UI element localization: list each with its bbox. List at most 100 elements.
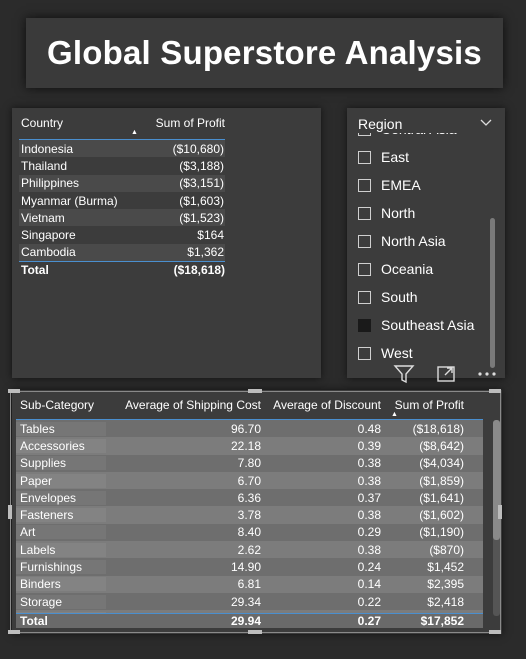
country-cell: Philippines bbox=[21, 176, 80, 191]
profit-cell: $1,452 bbox=[427, 560, 464, 575]
region-slicer[interactable]: Region Central Asia East EMEA North North As… bbox=[347, 108, 505, 378]
slicer-item-east[interactable]: East bbox=[358, 147, 409, 167]
region-slicer-title: Region bbox=[358, 116, 403, 132]
subcategory-cell: Tables bbox=[16, 421, 106, 436]
checkbox[interactable] bbox=[358, 318, 371, 332]
table-row[interactable]: Binders 6.81 0.14 $2,395 bbox=[16, 575, 483, 593]
resize-handle-top-right[interactable] bbox=[489, 389, 501, 393]
slicer-item-label: North Asia bbox=[381, 233, 446, 249]
subcategory-table-total-row: Total 29.94 0.27 $17,852 bbox=[16, 613, 483, 628]
checkbox[interactable] bbox=[358, 290, 371, 304]
subcategory-cell: Furnishings bbox=[16, 560, 106, 575]
checkbox[interactable] bbox=[358, 178, 371, 192]
shipping-cost-cell: 6.36 bbox=[237, 490, 261, 505]
slicer-item-north-asia[interactable]: North Asia bbox=[358, 231, 446, 251]
sum-of-profit-column-header-sub[interactable]: Sum of Profit ▲ bbox=[381, 398, 466, 418]
table-scrollbar-thumb[interactable] bbox=[493, 420, 500, 540]
subcategory-table[interactable]: Sub-Category Average of Shipping Cost Av… bbox=[12, 390, 502, 634]
table-row[interactable]: Art 8.40 0.29 ($1,190) bbox=[16, 523, 483, 542]
table-row[interactable]: Storage 29.34 0.22 $2,418 bbox=[16, 592, 483, 611]
total-label: Total bbox=[21, 263, 49, 278]
profit-cell: ($1,641) bbox=[419, 490, 464, 505]
profit-cell: ($4,034) bbox=[419, 456, 464, 471]
filter-icon[interactable] bbox=[392, 362, 416, 386]
subcategory-table-body: Tables 96.70 0.48 ($18,618) Accessories 22.18… bbox=[16, 420, 483, 613]
table-row[interactable]: Labels 2.62 0.38 ($870) bbox=[16, 541, 483, 559]
avg-discount-column-header[interactable]: Average of Discount bbox=[261, 398, 381, 412]
profit-cell: ($8,642) bbox=[419, 438, 464, 453]
discount-cell: 0.22 bbox=[357, 594, 381, 609]
chevron-down-icon[interactable] bbox=[480, 116, 492, 128]
resize-handle-left[interactable] bbox=[8, 505, 12, 519]
checkbox[interactable] bbox=[358, 206, 371, 220]
table-row[interactable]: Tables 96.70 0.48 ($18,618) bbox=[16, 420, 483, 438]
total-discount: 0.27 bbox=[357, 614, 381, 628]
slicer-item-label: Oceania bbox=[381, 261, 434, 277]
table-row[interactable]: Accessories 22.18 0.39 ($8,642) bbox=[16, 437, 483, 455]
table-row[interactable]: Philippines ($3,151) bbox=[19, 174, 225, 192]
table-row[interactable]: Chairs40.080.21$3,289 bbox=[16, 610, 483, 613]
table-row[interactable]: Envelopes 6.36 0.37 ($1,641) bbox=[16, 489, 483, 507]
total-profit-sub: $17,852 bbox=[420, 614, 464, 628]
slicer-item-central-asia[interactable]: Central Asia bbox=[358, 133, 456, 139]
profit-cell: ($1,190) bbox=[419, 525, 464, 540]
country-column-header[interactable]: Country bbox=[19, 114, 129, 139]
checkbox[interactable] bbox=[358, 133, 371, 136]
slicer-item-southeast-asia[interactable]: Southeast Asia bbox=[358, 315, 474, 335]
slicer-item-label: South bbox=[381, 289, 418, 305]
slicer-item-south[interactable]: South bbox=[358, 287, 418, 307]
more-options-icon[interactable] bbox=[475, 362, 499, 386]
shipping-cost-cell: 6.81 bbox=[237, 577, 261, 592]
focus-mode-icon[interactable] bbox=[434, 362, 458, 386]
resize-handle-top[interactable] bbox=[248, 389, 262, 393]
table-row[interactable]: Supplies 7.80 0.38 ($4,034) bbox=[16, 454, 483, 472]
country-cell: Thailand bbox=[21, 158, 68, 173]
profit-cell: ($870) bbox=[429, 542, 464, 557]
checkbox[interactable] bbox=[358, 346, 371, 360]
slicer-item-west[interactable]: West bbox=[358, 343, 413, 363]
profit-cell: ($1,523) bbox=[179, 210, 224, 225]
table-row[interactable]: Vietnam ($1,523) bbox=[19, 209, 225, 227]
slicer-scrollbar-thumb[interactable] bbox=[490, 218, 495, 368]
checkbox[interactable] bbox=[358, 150, 371, 164]
table-row[interactable]: Cambodia $1,362 bbox=[19, 243, 225, 262]
avg-shipping-cost-column-header[interactable]: Average of Shipping Cost bbox=[106, 398, 261, 412]
resize-handle-bottom-left[interactable] bbox=[8, 630, 20, 634]
slicer-item-oceania[interactable]: Oceania bbox=[358, 259, 433, 279]
country-profit-table[interactable]: Country Sum of Profit ▲ Indonesia ($10,68… bbox=[12, 108, 321, 378]
discount-cell: 0.38 bbox=[357, 508, 381, 523]
profit-cell: ($18,618) bbox=[412, 421, 464, 436]
table-row[interactable]: Singapore $164 bbox=[19, 226, 225, 243]
shipping-cost-cell: 3.78 bbox=[237, 508, 261, 523]
subcategory-cell: Paper bbox=[16, 473, 106, 488]
country-cell: Vietnam bbox=[21, 210, 65, 225]
discount-cell: 0.37 bbox=[357, 490, 381, 505]
slicer-item-label: West bbox=[381, 345, 413, 361]
resize-handle-right[interactable] bbox=[498, 505, 502, 519]
subcategory-cell: Supplies bbox=[16, 456, 106, 471]
resize-handle-bottom[interactable] bbox=[248, 630, 262, 634]
table-row[interactable]: Furnishings 14.90 0.24 $1,452 bbox=[16, 558, 483, 576]
table-row[interactable]: Paper 6.70 0.38 ($1,859) bbox=[16, 471, 483, 490]
discount-cell: 0.24 bbox=[357, 560, 381, 575]
table-row[interactable]: Fasteners 3.78 0.38 ($1,602) bbox=[16, 506, 483, 524]
subcategory-cell: Envelopes bbox=[16, 490, 106, 505]
resize-handle-bottom-right[interactable] bbox=[489, 630, 501, 634]
subcategory-cell: Accessories bbox=[16, 438, 106, 453]
profit-cell: ($3,151) bbox=[179, 176, 224, 191]
subcategory-cell: Labels bbox=[16, 542, 106, 557]
table-row[interactable]: Thailand ($3,188) bbox=[19, 157, 225, 174]
slicer-item-emea[interactable]: EMEA bbox=[358, 175, 421, 195]
slicer-item-north[interactable]: North bbox=[358, 203, 415, 223]
table-row[interactable]: Indonesia ($10,680) bbox=[19, 140, 225, 158]
subcategory-column-header[interactable]: Sub-Category bbox=[16, 398, 106, 412]
profit-cell: ($10,680) bbox=[172, 141, 224, 156]
checkbox[interactable] bbox=[358, 262, 371, 276]
slicer-item-label: EMEA bbox=[381, 177, 421, 193]
resize-handle-top-left[interactable] bbox=[8, 389, 20, 393]
table-row[interactable]: Myanmar (Burma) ($1,603) bbox=[19, 192, 225, 209]
country-table-body: Indonesia ($10,680) Thailand ($3,188) Philip… bbox=[19, 140, 225, 262]
subcategory-table-header: Sub-Category Average of Shipping Cost Av… bbox=[16, 394, 483, 420]
checkbox[interactable] bbox=[358, 234, 371, 248]
sum-of-profit-column-header[interactable]: Sum of Profit ▲ bbox=[129, 114, 225, 139]
